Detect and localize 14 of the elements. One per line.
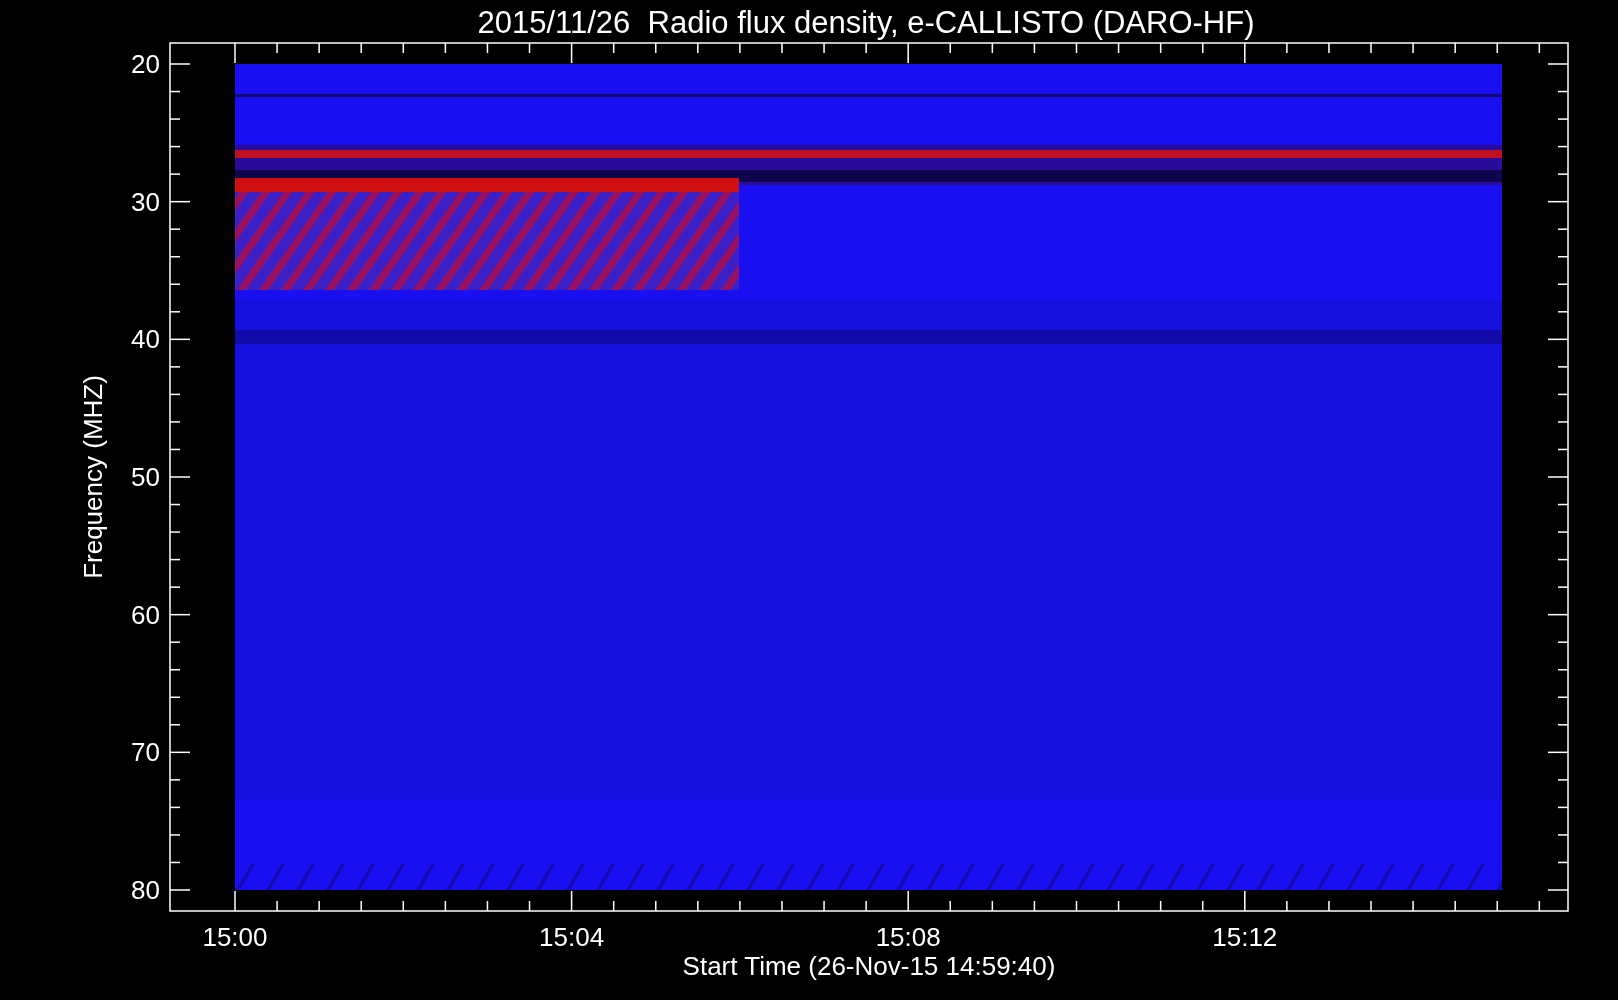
- axis-tick-label: 15:00: [202, 922, 268, 952]
- axis-tick-label: 30: [131, 186, 160, 217]
- axis-tick-label: 15:08: [875, 922, 941, 952]
- axis-tick-label: 20: [131, 49, 160, 79]
- chart-title: 2015/11/26 Radio flux density, e-CALLISTO (DARO-HF): [477, 5, 1255, 40]
- axis-tick-label: 70: [131, 737, 160, 768]
- axis-tick-label: 50: [131, 462, 160, 492]
- axis-tick-label: 40: [131, 324, 160, 355]
- axis-title: Frequency (MHZ): [78, 375, 108, 579]
- axis-tick-label: 15:04: [539, 922, 605, 952]
- axis-title: Start Time (26-Nov-15 14:59:40): [682, 951, 1056, 981]
- axis-tick-label: 15:12: [1212, 922, 1278, 952]
- axis-tick-label: 80: [131, 875, 160, 905]
- axis-tick-label: 60: [131, 599, 160, 630]
